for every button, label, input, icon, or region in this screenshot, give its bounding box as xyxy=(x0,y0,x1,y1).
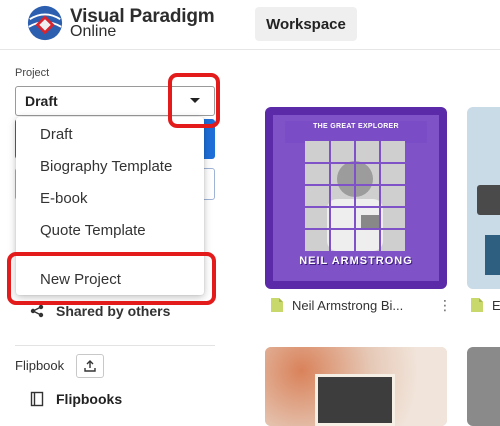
design-card-portrait[interactable] xyxy=(265,347,447,426)
design-card-partial[interactable] xyxy=(467,107,500,289)
upload-icon xyxy=(84,360,96,372)
more-vertical-icon[interactable]: ⋮ xyxy=(438,297,452,314)
highlight-annotation-new-project xyxy=(7,252,216,305)
sidebar-item-flipbooks[interactable]: Flipbooks xyxy=(30,391,122,407)
sidebar-item-shared-label: Shared by others xyxy=(56,303,171,319)
visual-paradigm-logo[interactable] xyxy=(26,4,64,42)
document-icon xyxy=(471,298,483,312)
astronaut-photo xyxy=(305,141,405,251)
app-header: Visual Paradigm Online Workspace xyxy=(0,0,500,50)
card-name-banner: NEIL ARMSTRONG xyxy=(299,255,413,267)
workspace-button[interactable]: Workspace xyxy=(255,7,357,41)
share-icon xyxy=(30,304,44,318)
flipbook-section-label: Flipbook xyxy=(15,358,65,373)
sidebar-divider xyxy=(15,345,215,346)
card-caption-text: E xyxy=(492,297,500,313)
card-caption[interactable]: Neil Armstrong Bi... xyxy=(270,297,403,313)
card-photo xyxy=(315,374,395,426)
card-title-banner: THE GREAT EXPLORER xyxy=(313,123,399,130)
book-icon xyxy=(30,391,44,407)
card-caption-text: Neil Armstrong Bi... xyxy=(292,297,404,313)
design-card-neil-armstrong[interactable]: THE GREAT EXPLORER NEIL ARMSTRONG xyxy=(265,107,447,289)
upload-button[interactable] xyxy=(76,354,104,378)
menu-item-biography-template[interactable]: Biography Template xyxy=(16,151,204,181)
card-caption[interactable]: E xyxy=(470,297,500,313)
menu-item-quote-template[interactable]: Quote Template xyxy=(16,215,204,245)
sidebar-item-flipbooks-label: Flipbooks xyxy=(56,391,123,407)
project-select-value: Draft xyxy=(25,93,58,109)
card-graphic xyxy=(477,185,500,215)
menu-item-e-book[interactable]: E-book xyxy=(16,183,204,213)
card-graphic xyxy=(485,235,500,275)
design-card-partial[interactable] xyxy=(467,347,500,426)
highlight-annotation-caret xyxy=(168,73,220,128)
document-icon xyxy=(271,298,283,312)
brand-subname: Online xyxy=(70,23,117,40)
project-label: Project xyxy=(15,67,50,79)
